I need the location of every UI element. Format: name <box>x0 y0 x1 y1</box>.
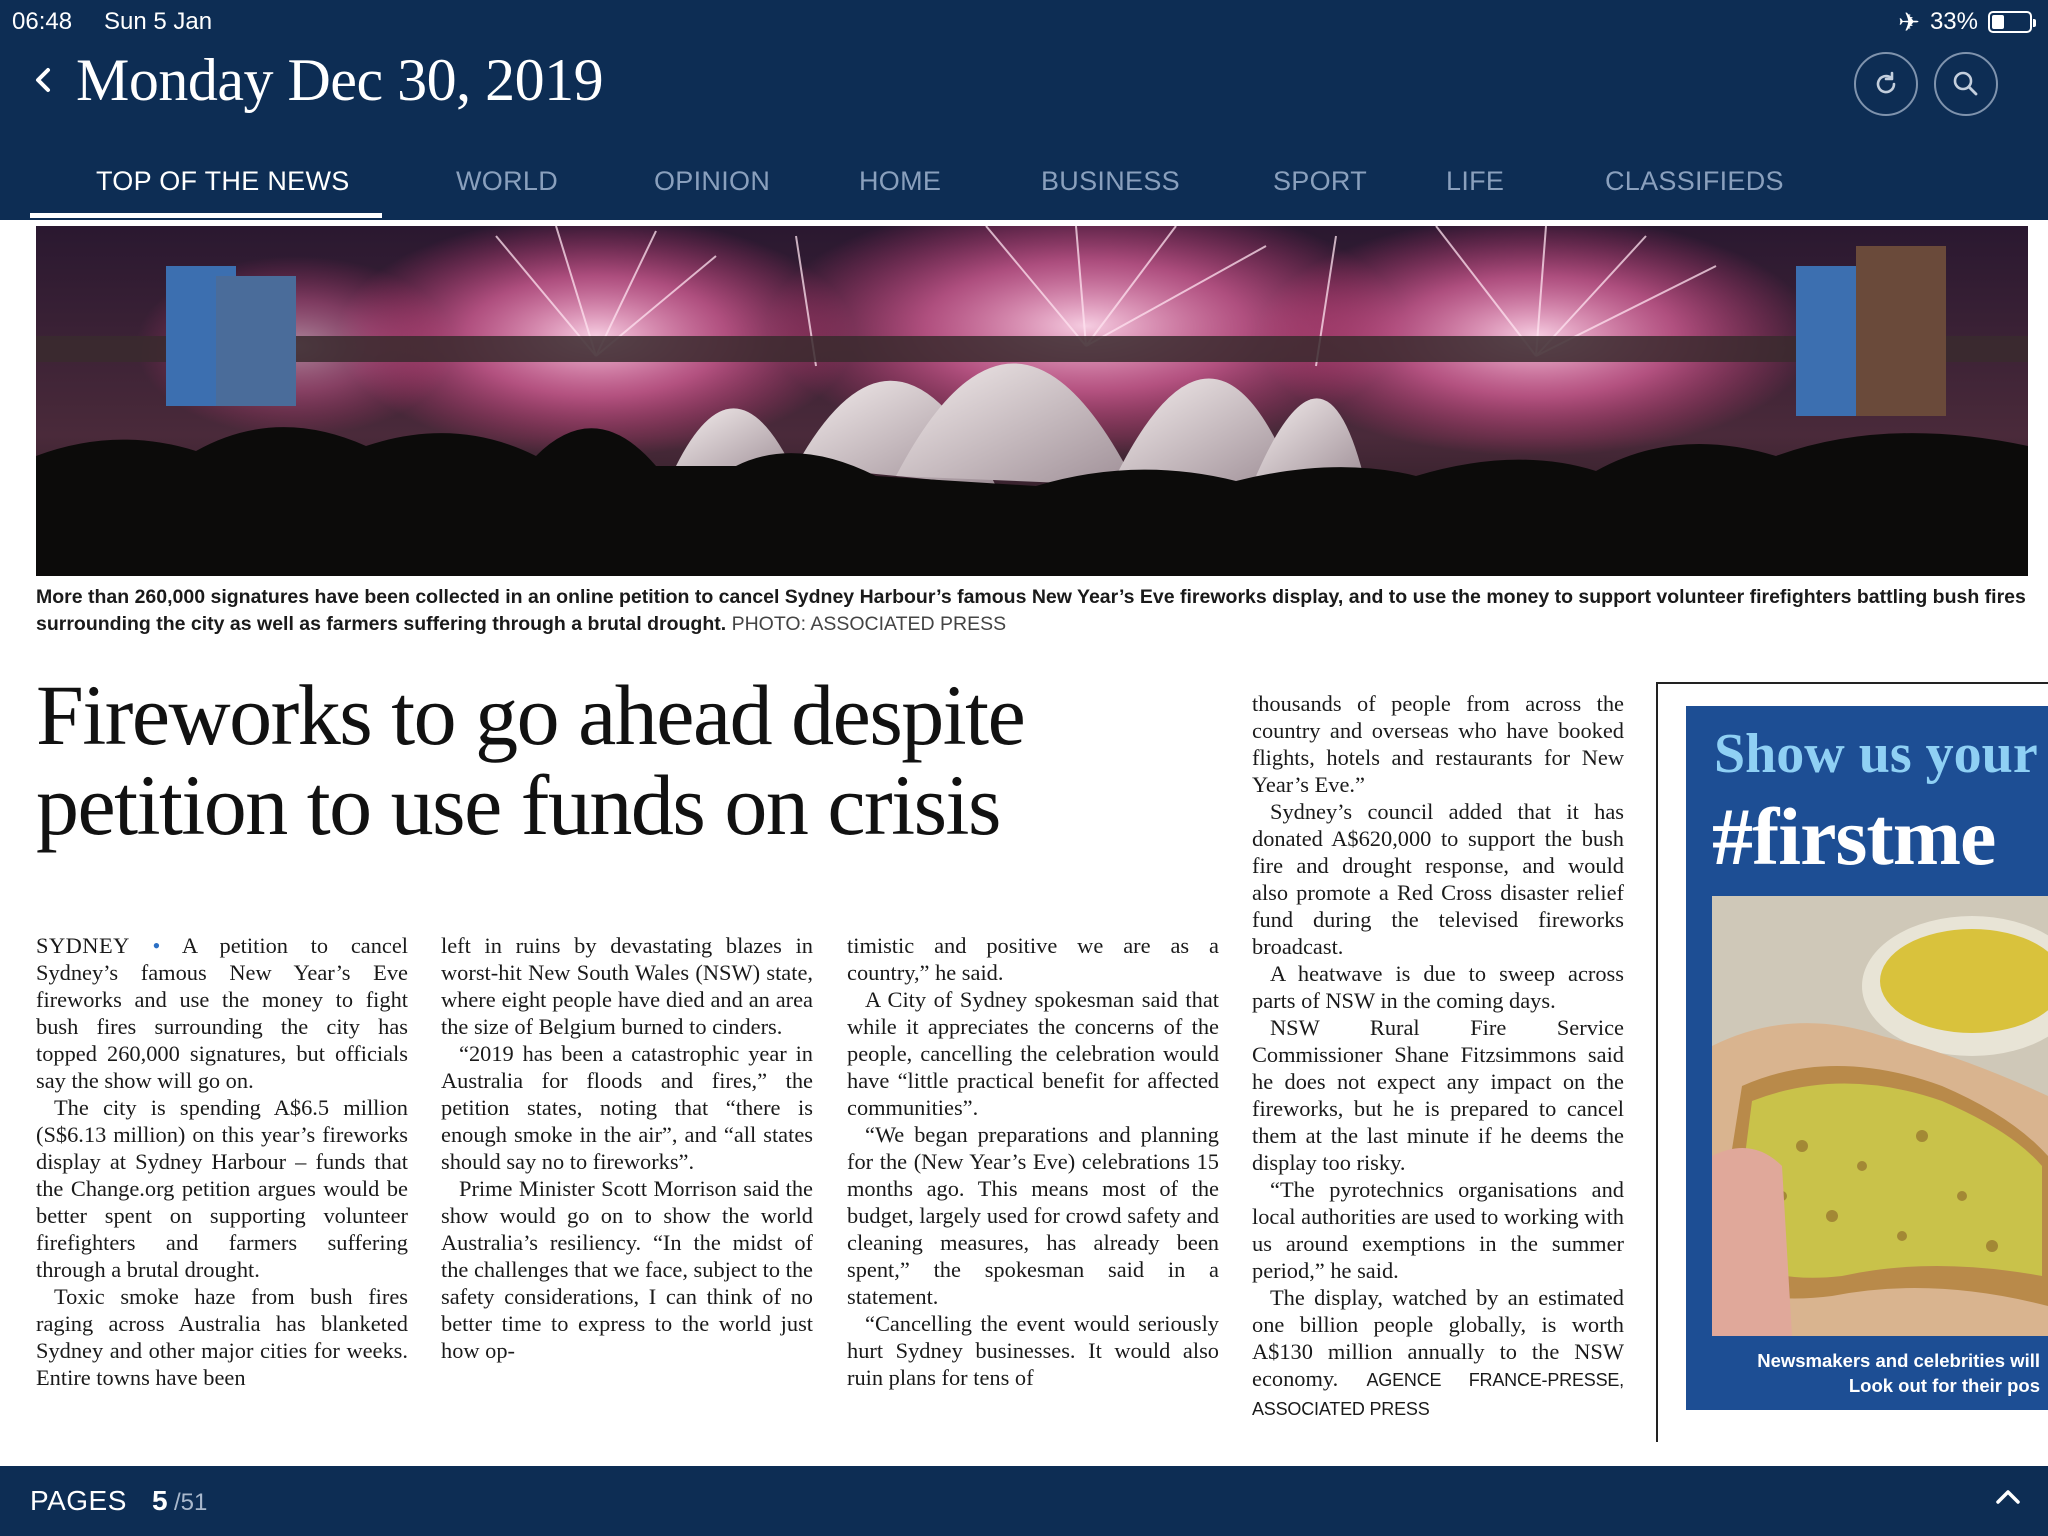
dateline: SYDNEY <box>36 933 130 958</box>
top-navigation-bar: 06:48 Sun 5 Jan ✈ 33% Monday Dec 30, 201… <box>0 0 2048 220</box>
caption-credit: PHOTO: ASSOCIATED PRESS <box>731 613 1007 635</box>
paragraph: The display, watched by an estimated one… <box>1252 1284 1624 1423</box>
article-column-1: SYDNEY • A petition to cancel Sydney’s f… <box>36 932 408 1391</box>
paragraph: A City of Sydney spokesman said that whi… <box>847 987 1219 1120</box>
advertisement[interactable]: Show us your #firstme Newsmakers and cel… <box>1686 706 2048 1410</box>
status-time: 06:48 <box>12 8 73 35</box>
fireworks-opera-house-photo <box>36 226 2028 576</box>
ad-food-image <box>1712 896 2048 1336</box>
refresh-icon <box>1876 71 1896 94</box>
tab-sport[interactable]: SPORT <box>1273 166 1367 197</box>
tab-home[interactable]: HOME <box>859 166 941 197</box>
paragraph: A heatwave is due to sweep across parts … <box>1252 961 1624 1013</box>
chevron-left-icon <box>36 68 50 92</box>
page-title: Monday Dec 30, 2019 <box>76 47 604 113</box>
paragraph: “2019 has been a catastrophic year in Au… <box>441 1041 813 1174</box>
ad-caption-line1: Newsmakers and celebrities will <box>1757 1350 2040 1371</box>
paragraph: NSW Rural Fire Service Commissioner Shan… <box>1252 1015 1624 1175</box>
status-bar: 06:48 Sun 5 Jan ✈ 33% <box>12 4 2036 38</box>
article-column-4: thousands of people from across the coun… <box>1252 690 1624 1423</box>
ad-headline-hashtag: #firstme <box>1712 791 1996 882</box>
article-column-2: left in ruins by devastating blazes in w… <box>441 932 813 1364</box>
food-photo <box>1712 896 2048 1336</box>
active-tab-indicator <box>30 213 382 218</box>
article-photo <box>36 226 2028 576</box>
battery-percent: 33% <box>1929 8 1978 35</box>
refresh-button[interactable] <box>1854 52 1918 116</box>
airplane-mode-icon: ✈ <box>1898 7 1920 37</box>
tab-top-of-the-news[interactable]: TOP OF THE NEWS <box>96 166 350 197</box>
bottom-pages-bar: PAGES 5 /51 <box>0 1466 2048 1536</box>
ad-caption-line2: Look out for their pos <box>1848 1375 2040 1396</box>
paragraph: “The pyrotechnics organisations and loca… <box>1252 1177 1624 1283</box>
tab-life[interactable]: LIFE <box>1446 166 1504 197</box>
expand-pages-button[interactable] <box>1990 1480 2026 1516</box>
paragraph: timistic and positive we are as a countr… <box>847 933 1219 985</box>
tab-world[interactable]: WORLD <box>456 166 558 197</box>
paragraph: Prime Minister Scott Morrison said the s… <box>441 1176 813 1363</box>
search-button[interactable] <box>1934 52 1998 116</box>
paragraph: Toxic smoke haze from bush fires raging … <box>36 1284 408 1390</box>
ad-caption: Newsmakers and celebrities will Look out… <box>1686 1348 2040 1398</box>
chevron-up-icon <box>1996 1490 2020 1504</box>
battery-icon <box>1988 11 2036 33</box>
paragraph: “Cancelling the event would seriously hu… <box>847 1311 1219 1390</box>
back-button[interactable] <box>30 60 60 110</box>
tab-business[interactable]: BUSINESS <box>1041 166 1180 197</box>
paragraph: SYDNEY • A petition to cancel Sydney’s f… <box>36 932 408 1094</box>
total-pages: /51 <box>174 1489 208 1516</box>
status-right-group: ✈ 33% <box>1898 7 2036 37</box>
battery-fill <box>1992 15 2004 29</box>
ad-headline-line1: Show us your <box>1714 723 2038 785</box>
paragraph: The city is spending A$6.5 million (S$6.… <box>36 1095 408 1282</box>
caption-text: More than 260,000 signatures have been c… <box>36 586 2026 635</box>
photo-caption: More than 260,000 signatures have been c… <box>36 584 2026 638</box>
paragraph: thousands of people from across the coun… <box>1252 691 1624 797</box>
paragraph: left in ruins by devastating blazes in w… <box>441 933 813 1039</box>
article-headline: Fireworks to go ahead despite petition t… <box>36 667 1026 853</box>
search-icon <box>1953 71 1978 96</box>
current-page-number: 5 <box>152 1485 168 1516</box>
tab-classifieds[interactable]: CLASSIFIEDS <box>1605 166 1784 197</box>
status-date: Sun 5 Jan <box>104 8 213 35</box>
paragraph: Sydney’s council added that it has donat… <box>1252 799 1624 959</box>
section-tabs: TOP OF THE NEWS WORLD OPINION HOME BUSIN… <box>0 150 2048 220</box>
tab-opinion[interactable]: OPINION <box>654 166 770 197</box>
article-column-3: timistic and positive we are as a countr… <box>847 932 1219 1391</box>
pages-label[interactable]: PAGES <box>30 1485 127 1517</box>
paragraph: “We began preparations and planning for … <box>847 1122 1219 1309</box>
dateline-bullet: • <box>152 933 161 958</box>
